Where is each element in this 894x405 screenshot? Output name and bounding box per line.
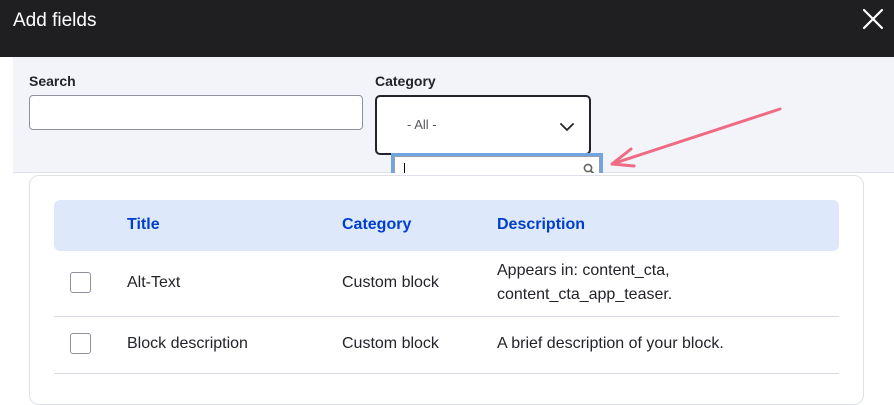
row-description-line-1: A brief description of your block.	[497, 335, 724, 352]
row-divider	[54, 373, 839, 374]
category-dropdown-search-input[interactable]	[394, 156, 600, 173]
category-dropdown-search[interactable]	[391, 153, 603, 173]
row-description-line-1: Appears in: content_cta,	[497, 262, 670, 279]
column-header-category: Category	[342, 216, 412, 233]
search-label: Search	[29, 73, 76, 89]
row-description-line-2: content_cta_app_teaser.	[497, 286, 673, 303]
search-input[interactable]	[29, 95, 363, 130]
row-checkbox[interactable]	[70, 333, 91, 354]
text-caret	[404, 163, 405, 173]
annotation-arrow	[600, 100, 790, 175]
row-category: Custom block	[342, 335, 439, 352]
dialog-title: Add fields	[13, 10, 97, 31]
search-icon	[583, 163, 596, 173]
row-divider	[54, 316, 839, 317]
close-button[interactable]	[860, 6, 886, 32]
close-icon	[860, 6, 886, 32]
column-header-description: Description	[497, 216, 586, 233]
dialog-titlebar	[0, 0, 894, 57]
row-category: Custom block	[342, 274, 439, 291]
row-title: Alt-Text	[127, 274, 181, 291]
category-selected-value: - All -	[407, 117, 437, 132]
row-checkbox[interactable]	[70, 272, 91, 293]
chevron-down-icon	[559, 119, 575, 135]
column-header-title: Title	[127, 216, 160, 233]
category-select[interactable]: - All -	[375, 95, 591, 155]
row-title: Block description	[127, 335, 248, 352]
category-label: Category	[375, 73, 436, 89]
table-header	[54, 200, 839, 251]
